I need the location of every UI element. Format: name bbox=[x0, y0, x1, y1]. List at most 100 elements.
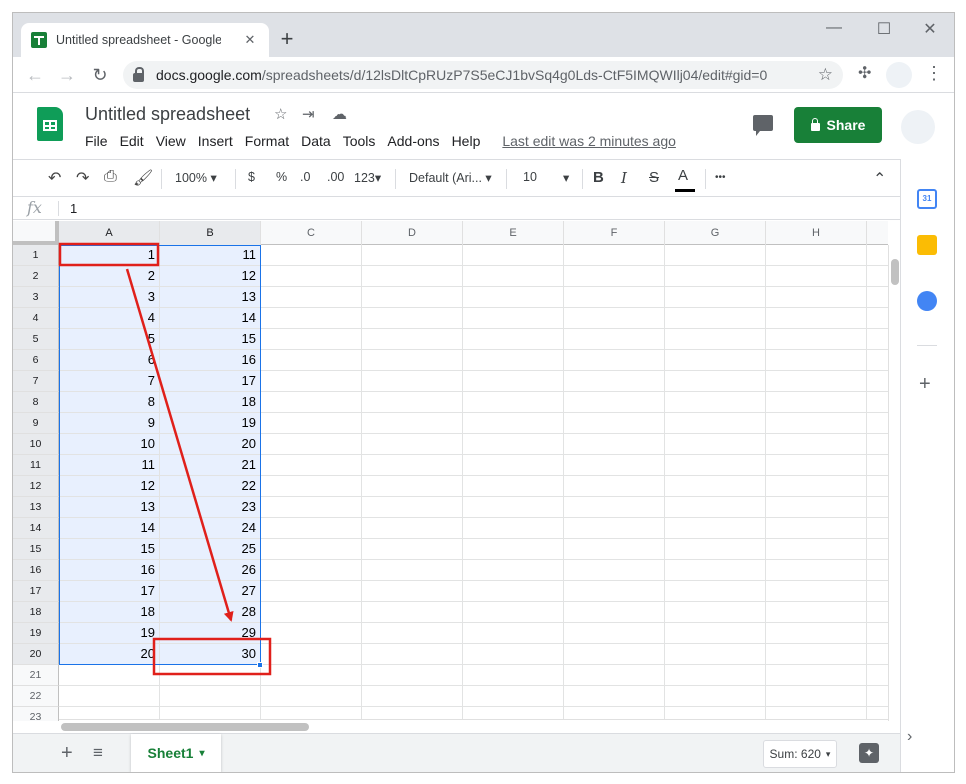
cell[interactable] bbox=[665, 602, 766, 623]
cell[interactable] bbox=[665, 539, 766, 560]
bookmark-star-icon[interactable]: ☆ bbox=[818, 65, 833, 85]
row-header[interactable]: 9 bbox=[13, 413, 59, 434]
tasks-icon[interactable] bbox=[917, 291, 937, 311]
cell[interactable] bbox=[766, 245, 867, 266]
row-header[interactable]: 15 bbox=[13, 539, 59, 560]
cell[interactable] bbox=[261, 560, 362, 581]
calendar-icon[interactable]: 31 bbox=[917, 189, 937, 209]
cell[interactable] bbox=[362, 350, 463, 371]
cell[interactable]: 7 bbox=[59, 371, 160, 392]
cell[interactable] bbox=[867, 644, 888, 665]
italic-button[interactable]: I bbox=[621, 169, 627, 187]
cell[interactable] bbox=[766, 476, 867, 497]
paint-format-icon[interactable]: 🖌 bbox=[133, 168, 153, 188]
cell[interactable] bbox=[463, 623, 564, 644]
column-header-h[interactable]: H bbox=[766, 221, 867, 245]
cell[interactable]: 16 bbox=[59, 560, 160, 581]
cell[interactable] bbox=[261, 413, 362, 434]
cell[interactable] bbox=[867, 392, 888, 413]
row-header[interactable]: 4 bbox=[13, 308, 59, 329]
cell[interactable] bbox=[766, 560, 867, 581]
cell[interactable] bbox=[362, 665, 463, 686]
cell[interactable] bbox=[867, 686, 888, 707]
cell[interactable] bbox=[766, 266, 867, 287]
all-sheets-icon[interactable]: ≡ bbox=[93, 743, 103, 763]
menu-format[interactable]: Format bbox=[245, 133, 289, 149]
cell[interactable]: 19 bbox=[59, 623, 160, 644]
reload-button[interactable]: ↻ bbox=[88, 63, 112, 87]
cell[interactable] bbox=[564, 560, 665, 581]
cell[interactable] bbox=[362, 308, 463, 329]
menu-view[interactable]: View bbox=[156, 133, 186, 149]
cell[interactable]: 1 bbox=[59, 245, 160, 266]
cell[interactable] bbox=[766, 434, 867, 455]
cell[interactable] bbox=[665, 497, 766, 518]
column-header-a[interactable]: A bbox=[59, 221, 160, 245]
cell[interactable] bbox=[766, 287, 867, 308]
cell[interactable] bbox=[463, 266, 564, 287]
cell[interactable]: 12 bbox=[59, 476, 160, 497]
comment-history-icon[interactable] bbox=[753, 115, 773, 136]
cell[interactable] bbox=[766, 602, 867, 623]
cell[interactable] bbox=[362, 371, 463, 392]
cell[interactable] bbox=[766, 539, 867, 560]
cell[interactable] bbox=[665, 287, 766, 308]
cell[interactable] bbox=[665, 560, 766, 581]
column-header-f[interactable]: F bbox=[564, 221, 665, 245]
cell[interactable] bbox=[160, 665, 261, 686]
cell[interactable] bbox=[564, 455, 665, 476]
cell[interactable]: 13 bbox=[160, 287, 261, 308]
document-title[interactable]: Untitled spreadsheet bbox=[85, 104, 250, 125]
cell[interactable] bbox=[564, 413, 665, 434]
cell[interactable]: 15 bbox=[59, 539, 160, 560]
cell[interactable] bbox=[665, 245, 766, 266]
cell[interactable] bbox=[362, 476, 463, 497]
cell[interactable] bbox=[766, 686, 867, 707]
cell[interactable] bbox=[261, 266, 362, 287]
cell[interactable] bbox=[766, 497, 867, 518]
currency-format-button[interactable]: $ bbox=[248, 170, 255, 184]
close-window-button[interactable]: ✕ bbox=[915, 19, 945, 39]
cell[interactable] bbox=[766, 665, 867, 686]
column-header-c[interactable]: C bbox=[261, 221, 362, 245]
star-icon[interactable]: ☆ bbox=[274, 105, 287, 123]
font-select[interactable]: Default (Ari... ▾ bbox=[409, 170, 492, 185]
forward-button[interactable]: → bbox=[55, 63, 79, 87]
row-header[interactable]: 2 bbox=[13, 266, 59, 287]
cell[interactable] bbox=[766, 623, 867, 644]
cell[interactable] bbox=[564, 581, 665, 602]
cell[interactable] bbox=[665, 623, 766, 644]
sheet-tab-sheet1[interactable]: Sheet1 ▾ bbox=[131, 734, 221, 772]
cell[interactable] bbox=[261, 308, 362, 329]
cell[interactable] bbox=[867, 287, 888, 308]
cell[interactable] bbox=[665, 518, 766, 539]
cell[interactable] bbox=[766, 581, 867, 602]
cell[interactable] bbox=[261, 665, 362, 686]
cell[interactable] bbox=[564, 665, 665, 686]
cell[interactable] bbox=[362, 434, 463, 455]
menu-help[interactable]: Help bbox=[452, 133, 481, 149]
cell[interactable] bbox=[867, 434, 888, 455]
cell[interactable] bbox=[867, 623, 888, 644]
cell[interactable] bbox=[463, 392, 564, 413]
strikethrough-button[interactable]: S bbox=[649, 169, 659, 186]
row-header[interactable]: 3 bbox=[13, 287, 59, 308]
cell[interactable] bbox=[665, 644, 766, 665]
cell[interactable] bbox=[564, 266, 665, 287]
cell[interactable] bbox=[665, 686, 766, 707]
cell[interactable] bbox=[261, 623, 362, 644]
cell[interactable] bbox=[463, 455, 564, 476]
column-header-e[interactable]: E bbox=[463, 221, 564, 245]
cell[interactable] bbox=[362, 602, 463, 623]
cell[interactable] bbox=[261, 518, 362, 539]
cell[interactable]: 18 bbox=[59, 602, 160, 623]
add-sheet-button[interactable]: + bbox=[61, 742, 73, 765]
cell[interactable] bbox=[362, 581, 463, 602]
cell[interactable]: 19 bbox=[160, 413, 261, 434]
row-header[interactable]: 16 bbox=[13, 560, 59, 581]
cell[interactable] bbox=[665, 413, 766, 434]
cell[interactable] bbox=[867, 497, 888, 518]
cell[interactable] bbox=[261, 434, 362, 455]
cell[interactable] bbox=[59, 686, 160, 707]
redo-icon[interactable]: ↷ bbox=[76, 168, 89, 188]
